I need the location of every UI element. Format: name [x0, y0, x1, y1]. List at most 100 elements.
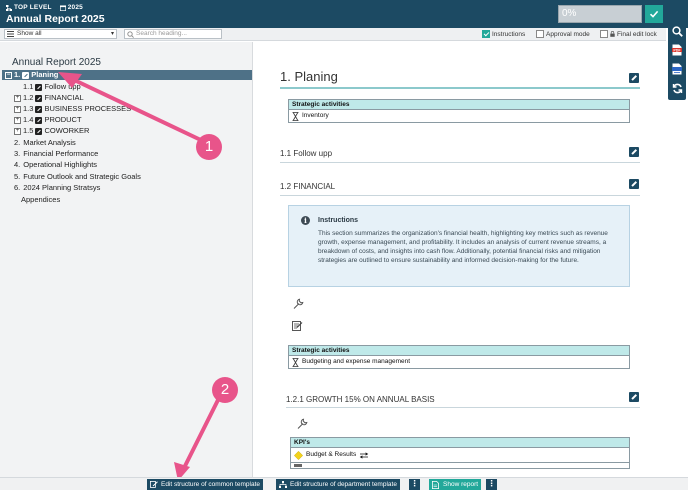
header-meta: TOP LEVEL 2025	[6, 4, 83, 11]
show-report-button[interactable]: Show report	[429, 479, 482, 490]
tree-item-label: Financial Performance	[23, 149, 99, 158]
tree-item-follow-upp[interactable]: 1.1 Follow upp	[2, 82, 252, 92]
toolbar: Show all ▾ Search heading... Instruction…	[0, 28, 666, 41]
table-cell: Budgeting and expense management	[302, 358, 411, 365]
section-divider	[280, 195, 640, 196]
tree-item-number: 1.4	[23, 115, 34, 124]
edit-department-template-button[interactable]: Edit structure of department template	[276, 479, 400, 490]
edit-common-template-button[interactable]: Edit structure of common template	[147, 479, 263, 490]
search-tool-button[interactable]	[671, 25, 683, 37]
filter-select[interactable]: Show all ▾	[4, 29, 117, 39]
edit-section-button[interactable]	[629, 392, 639, 402]
instructions-toggle[interactable]: Instructions	[482, 30, 525, 38]
lock-icon	[610, 31, 615, 37]
refresh-icon	[672, 83, 682, 93]
tree-item-label: Planing	[31, 70, 59, 79]
table-row[interactable]: Budget & Results	[291, 448, 629, 462]
instructions-checkbox[interactable]	[482, 30, 490, 38]
status-bar-icon	[294, 464, 302, 467]
table-row[interactable]	[291, 462, 629, 468]
tree-item-label: FINANCIAL	[44, 93, 84, 102]
table-row[interactable]: Inventory	[289, 110, 629, 122]
section-heading-financial: 1.2 FINANCIAL	[280, 182, 336, 191]
expand-icon[interactable]: +	[14, 94, 21, 102]
edit-icon[interactable]	[35, 105, 43, 113]
edit-icon[interactable]	[35, 116, 43, 124]
year-tag: 2025	[59, 4, 83, 11]
tree-item-planing[interactable]: − 1. Planing	[2, 70, 252, 80]
edit-icon[interactable]	[35, 94, 43, 102]
table-header: Strategic activities	[289, 100, 629, 110]
approval-mode-checkbox[interactable]	[536, 30, 544, 38]
table-row[interactable]: Budgeting and expense management	[289, 356, 629, 368]
edit-icon[interactable]	[35, 127, 43, 135]
table-cell: Inventory	[302, 112, 329, 119]
pdf-export-button[interactable]: PDF	[671, 44, 683, 56]
list-icon	[7, 31, 14, 37]
tree-item-number: 1.5	[23, 126, 34, 135]
tree-item-product[interactable]: + 1.4 PRODUCT	[2, 115, 252, 125]
section-heading-growth: 1.2.1 GROWTH 15% ON ANNUAL BASIS	[286, 395, 435, 404]
hourglass-icon	[292, 111, 299, 121]
report-title: Annual Report 2025	[6, 13, 105, 25]
complete-button[interactable]	[645, 5, 663, 23]
wrench-icon[interactable]	[292, 298, 304, 310]
edit-structure-icon	[150, 481, 158, 488]
search-icon	[127, 31, 134, 38]
report-content: 1. Planing Strategic activities Inventor…	[254, 42, 666, 477]
collapse-icon[interactable]: −	[5, 71, 12, 79]
final-edit-lock-toggle[interactable]: Final edit lock	[600, 30, 657, 38]
wrench-icon[interactable]	[296, 418, 308, 430]
tree-item-financial[interactable]: + 1.2 FINANCIAL	[2, 93, 252, 103]
tree-item-number: 1.	[14, 70, 21, 79]
word-icon	[672, 63, 682, 75]
tree-item-appendices[interactable]: Appendices	[2, 195, 252, 205]
tree-item-number: 6.	[14, 183, 21, 192]
edit-icon[interactable]	[35, 83, 43, 91]
heading-divider	[280, 87, 640, 89]
link-arrows-icon[interactable]	[359, 451, 369, 459]
department-more-button[interactable]: ⋮	[409, 479, 420, 490]
tree-item-number: 4.	[14, 160, 21, 169]
right-tool-bar: PDF	[668, 22, 686, 100]
table-cell: Budget & Results	[306, 451, 357, 458]
word-export-button[interactable]	[671, 63, 683, 75]
tree-item-future-outlook[interactable]: 5. Future Outlook and Strategic Goals	[2, 172, 252, 182]
notes-icon[interactable]	[292, 320, 303, 331]
expand-icon[interactable]: +	[14, 116, 21, 124]
tree-item-business-processes[interactable]: + 1.3 BUSINESS PROCESSES	[2, 104, 252, 114]
tree-item-operational-highlights[interactable]: 4. Operational Highlights	[2, 160, 252, 170]
expand-icon[interactable]: +	[14, 105, 21, 113]
report-more-button[interactable]: ⋮	[486, 479, 497, 490]
structure-tree-panel: Annual Report 2025 − 1. Planing 1.1 Foll…	[0, 42, 253, 477]
edit-section-button[interactable]	[629, 147, 639, 157]
tree-item-label: Follow upp	[44, 82, 81, 91]
table-header: Strategic activities	[289, 346, 629, 356]
search-input[interactable]: Search heading...	[124, 29, 222, 39]
tree-item-label: Market Analysis	[23, 138, 76, 147]
tree-item-label: BUSINESS PROCESSES	[44, 104, 132, 113]
table-header: KPI's	[291, 438, 629, 448]
year-label: 2025	[67, 4, 83, 11]
approval-mode-toggle[interactable]: Approval mode	[536, 30, 590, 38]
tree-item-planning-stratsys[interactable]: 6. 2024 Planning Stratsys	[2, 183, 252, 193]
section-heading-follow-upp: 1.1 Follow upp	[280, 149, 333, 158]
instructions-box: i Instructions This section summarizes t…	[288, 205, 630, 287]
edit-icon[interactable]	[22, 71, 30, 79]
filter-value: Show all	[17, 30, 42, 37]
section-heading-planing: 1. Planing	[280, 69, 338, 84]
pdf-icon-text: PDF	[673, 48, 681, 52]
warning-diamond-icon	[294, 450, 303, 460]
tree-item-label: PRODUCT	[44, 115, 82, 124]
edit-section-button[interactable]	[629, 73, 639, 83]
final-edit-lock-label: Final edit lock	[617, 30, 657, 38]
refresh-button[interactable]	[671, 82, 683, 94]
document-icon	[432, 481, 439, 489]
expand-icon[interactable]: +	[14, 127, 21, 135]
chevron-down-icon: ▾	[110, 31, 114, 37]
edit-section-button[interactable]	[629, 179, 639, 189]
progress-indicator: 0%	[558, 5, 642, 23]
edit-department-template-label: Edit structure of department template	[290, 481, 397, 488]
final-edit-lock-checkbox[interactable]	[600, 30, 608, 38]
checkmark-icon	[649, 10, 659, 18]
